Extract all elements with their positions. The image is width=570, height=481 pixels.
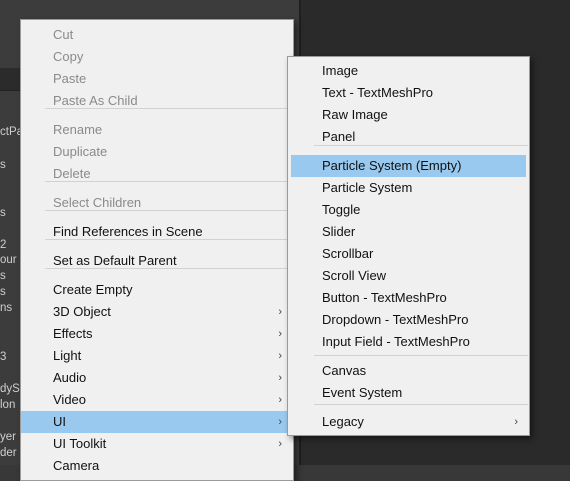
menu-item-label: Particle System (322, 180, 413, 195)
menu-item-label: Raw Image (322, 107, 388, 122)
menu-item-label: Create Empty (53, 282, 133, 297)
submenu-item-toggle[interactable]: Toggle (288, 199, 529, 221)
menu-item-label: Button - TextMeshPro (322, 290, 447, 305)
menu-item-paste[interactable]: Paste (21, 68, 293, 90)
submenu-item-event-system[interactable]: Event System (288, 382, 529, 404)
menu-item-label: Event System (322, 385, 403, 400)
hierarchy-item-fragment: 2 (0, 239, 7, 251)
chevron-right-icon: › (514, 416, 518, 428)
menu-item-label: UI (53, 414, 66, 429)
menu-item-label: Scrollbar (322, 246, 374, 261)
menu-item-label: Text - TextMeshPro (322, 85, 434, 100)
context-menu: Cut Copy Paste Paste As Child Rename Duplicat… (20, 19, 294, 481)
submenu-item-raw-image[interactable]: Raw Image (288, 104, 529, 126)
submenu-item-scroll-view[interactable]: Scroll View (288, 265, 529, 287)
menu-item-label: Video (53, 392, 87, 407)
menu-item-create-empty[interactable]: Create Empty (21, 279, 293, 301)
menu-item-label: Rename (53, 122, 103, 137)
menu-item-effects[interactable]: Effects › (21, 323, 293, 345)
chevron-right-icon: › (278, 394, 282, 406)
menu-item-label: Paste (53, 71, 87, 86)
submenu-item-slider[interactable]: Slider (288, 221, 529, 243)
hierarchy-item-fragment: der (0, 447, 17, 459)
menu-item-label: Copy (53, 49, 84, 64)
menu-separator (45, 108, 292, 109)
menu-item-label: Canvas (322, 363, 367, 378)
submenu-item-canvas[interactable]: Canvas (288, 360, 529, 382)
menu-item-label: Effects (53, 326, 93, 341)
submenu-item-legacy[interactable]: Legacy › (288, 411, 529, 433)
menu-item-label: Toggle (322, 202, 361, 217)
menu-separator (45, 239, 292, 240)
menu-item-rename[interactable]: Rename (21, 119, 293, 141)
menu-item-cut[interactable]: Cut (21, 24, 293, 46)
hierarchy-item-fragment: s (0, 286, 6, 298)
chevron-right-icon: › (278, 328, 282, 340)
hierarchy-item-fragment: s (0, 270, 6, 282)
menu-separator (314, 145, 528, 146)
menu-item-label: Legacy (322, 414, 364, 429)
hierarchy-item-fragment: s (0, 159, 6, 171)
menu-item-3d-object[interactable]: 3D Object › (21, 301, 293, 323)
submenu-item-input-field-textmeshpro[interactable]: Input Field - TextMeshPro (288, 331, 529, 353)
menu-item-label: Cut (53, 27, 74, 42)
submenu-item-dropdown-textmeshpro[interactable]: Dropdown - TextMeshPro (288, 309, 529, 331)
hierarchy-toolbar (0, 68, 20, 91)
menu-item-label: Light (53, 348, 82, 363)
submenu-item-scrollbar[interactable]: Scrollbar (288, 243, 529, 265)
menu-item-label: Image (322, 63, 359, 78)
menu-item-label: UI Toolkit (53, 436, 107, 451)
menu-separator (45, 181, 292, 182)
menu-separator (45, 210, 292, 211)
menu-item-label: Duplicate (53, 144, 108, 159)
submenu-item-particle-system[interactable]: Particle System (288, 177, 529, 199)
menu-item-label: Slider (322, 224, 356, 239)
menu-separator (314, 404, 528, 405)
menu-item-ui[interactable]: UI › (21, 411, 293, 433)
chevron-right-icon: › (278, 372, 282, 384)
menu-item-label: Particle System (Empty) (322, 158, 462, 173)
menu-separator (45, 268, 292, 269)
ui-submenu: Image Text - TextMeshPro Raw Image Panel Par… (287, 56, 530, 436)
hierarchy-item-fragment: yer (0, 431, 16, 443)
hierarchy-item-fragment: lon (0, 399, 16, 411)
menu-item-label: Audio (53, 370, 87, 385)
submenu-item-particle-system-empty[interactable]: Particle System (Empty) (291, 155, 526, 177)
menu-item-label: 3D Object (53, 304, 111, 319)
menu-item-video[interactable]: Video › (21, 389, 293, 411)
submenu-item-button-textmeshpro[interactable]: Button - TextMeshPro (288, 287, 529, 309)
hierarchy-item-fragment: ns (0, 302, 13, 314)
menu-item-duplicate[interactable]: Duplicate (21, 141, 293, 163)
submenu-item-text-textmeshpro[interactable]: Text - TextMeshPro (288, 82, 529, 104)
submenu-item-image[interactable]: Image (288, 60, 529, 82)
menu-item-label: Dropdown - TextMeshPro (322, 312, 469, 327)
hierarchy-item-fragment: 3 (0, 351, 7, 363)
menu-item-ui-toolkit[interactable]: UI Toolkit › (21, 433, 293, 455)
menu-item-copy[interactable]: Copy (21, 46, 293, 68)
chevron-right-icon: › (278, 350, 282, 362)
menu-item-light[interactable]: Light › (21, 345, 293, 367)
menu-item-audio[interactable]: Audio › (21, 367, 293, 389)
chevron-right-icon: › (278, 416, 282, 428)
hierarchy-item-fragment: dyS (0, 383, 20, 395)
hierarchy-item-fragment: s (0, 207, 6, 219)
chevron-right-icon: › (278, 438, 282, 450)
menu-item-label: Scroll View (322, 268, 387, 283)
menu-item-label: Camera (53, 458, 100, 473)
menu-separator (314, 355, 528, 356)
menu-item-camera[interactable]: Camera (21, 455, 293, 477)
hierarchy-item-fragment: our (0, 254, 17, 266)
chevron-right-icon: › (278, 306, 282, 318)
menu-item-label: Input Field - TextMeshPro (322, 334, 470, 349)
